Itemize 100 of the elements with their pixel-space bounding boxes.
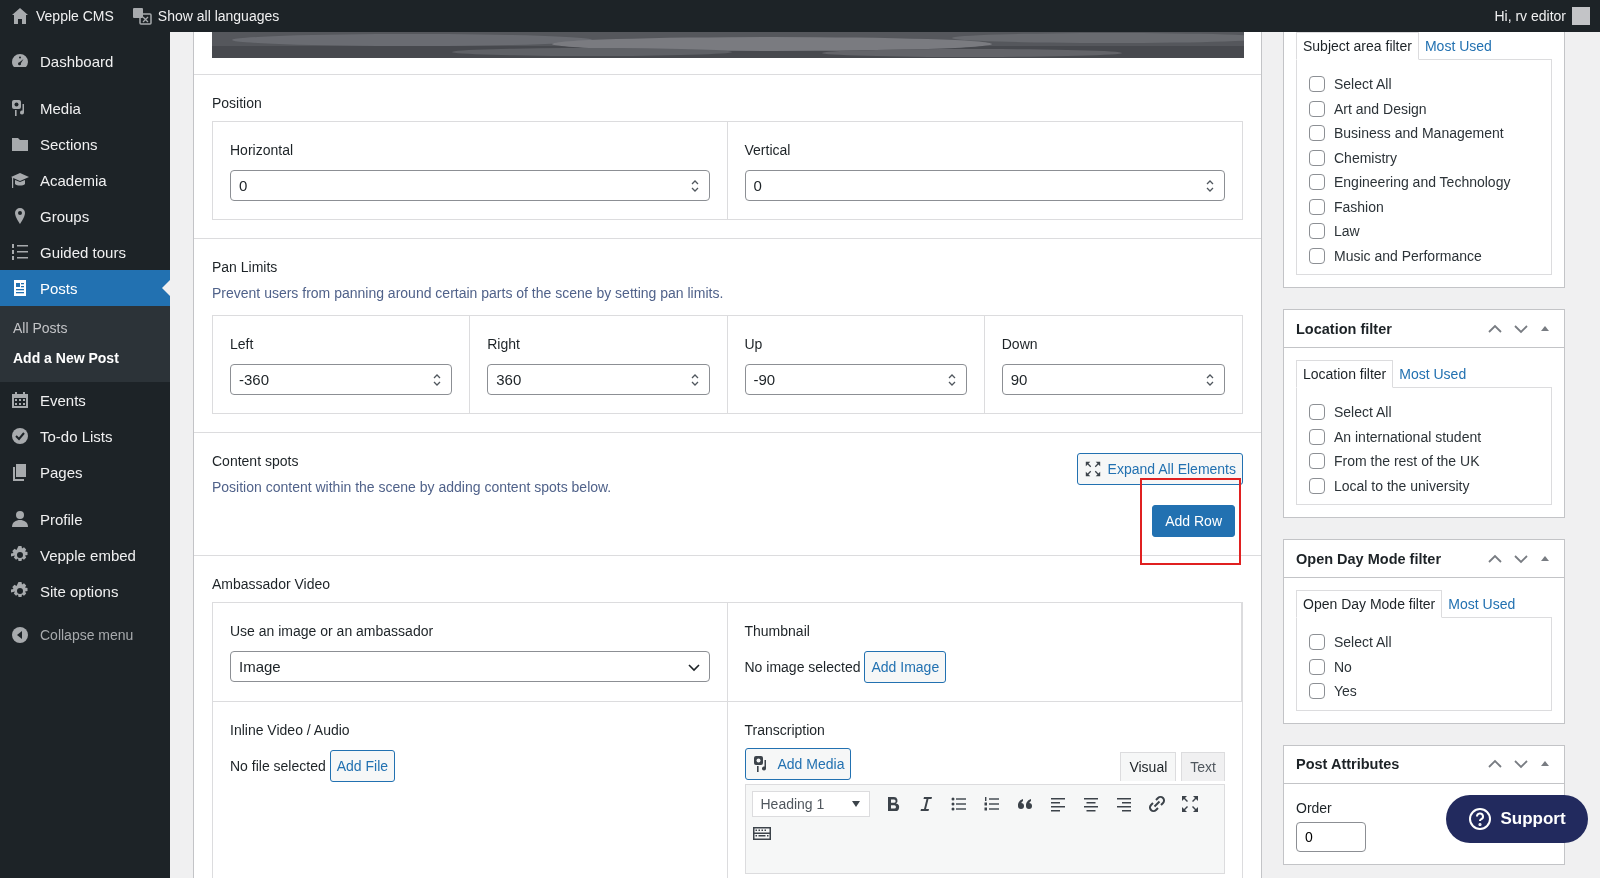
spinner-icon[interactable] [689, 372, 700, 388]
menu-item[interactable]: Pages [0, 454, 170, 490]
menu-item[interactable]: Site options [0, 573, 170, 609]
greeting[interactable]: Hi, rv editor [1494, 8, 1566, 24]
checkbox-label: From the rest of the UK [1334, 453, 1480, 470]
checkbox[interactable] [1309, 477, 1325, 494]
number-field[interactable]: 90 [1001, 364, 1225, 395]
add-media-button[interactable]: Add Media [744, 748, 852, 780]
select-field[interactable]: Image [230, 651, 710, 682]
add-image-button[interactable]: Add Image [864, 651, 947, 683]
order-field[interactable]: 0 [1296, 821, 1366, 852]
checkbox[interactable] [1309, 453, 1325, 470]
number-field[interactable]: 360 [487, 364, 710, 395]
filter-tab[interactable]: Location filter [1296, 360, 1394, 388]
submenu-item[interactable]: All Posts [0, 313, 170, 343]
link-icon [1146, 794, 1167, 814]
spinner-icon[interactable] [946, 372, 957, 388]
submenu-item[interactable]: Add a New Post [0, 343, 170, 373]
checkbox[interactable] [1309, 174, 1325, 191]
checkbox[interactable] [1309, 149, 1325, 166]
menu-item[interactable]: Sections [0, 126, 170, 162]
translate-icon [131, 6, 152, 26]
checkbox[interactable] [1309, 428, 1325, 445]
field-label: Down [1001, 336, 1039, 352]
number-field[interactable]: 0 [230, 170, 710, 201]
checkbox-label: Business and Management [1334, 125, 1504, 142]
field-label: Horizontal [230, 142, 295, 158]
menu-item[interactable]: To-do Lists [0, 418, 170, 454]
checkbox-label: Fashion [1334, 198, 1384, 215]
add-row-button[interactable]: Add Row [1152, 505, 1235, 537]
checkbox[interactable] [1309, 404, 1325, 421]
section-description: Position content within the scene by adding content spots below. [212, 479, 612, 495]
filter-tab[interactable]: Subject area filter [1296, 32, 1419, 60]
checkbox-label: Select All [1334, 634, 1392, 651]
checkbox[interactable] [1309, 658, 1325, 675]
image-status: No image selected [744, 659, 861, 675]
calendar-icon [10, 390, 30, 410]
numbered-list-icon [10, 242, 30, 262]
menu-item[interactable]: Media [0, 90, 170, 126]
support-button[interactable]: Support [1446, 795, 1588, 843]
checkbox-label: Law [1334, 223, 1360, 240]
expand-all-button[interactable]: Expand All Elements [1076, 453, 1243, 485]
spinner-icon[interactable] [1205, 372, 1215, 388]
field-label: Inline Video / Audio [230, 722, 351, 738]
menu-item[interactable]: Posts [0, 270, 170, 306]
collapse-menu-button[interactable]: Collapse menu [0, 620, 170, 650]
checkbox[interactable] [1309, 125, 1325, 142]
checkbox[interactable] [1309, 100, 1325, 117]
section-title: Pan Limits [212, 259, 279, 275]
collapse-icon [10, 625, 30, 645]
person-icon [10, 509, 30, 529]
spinner-icon[interactable] [1205, 178, 1215, 194]
section-title: Ambassador Video [212, 576, 332, 592]
filter-tab[interactable]: Most Used [1418, 33, 1498, 59]
checkbox-label: Select All [1334, 404, 1392, 421]
checkbox-label: Select All [1334, 76, 1392, 93]
menu-item[interactable]: Academia [0, 162, 170, 198]
add-file-button[interactable]: Add File [329, 750, 396, 782]
menu-item[interactable]: Events [0, 382, 170, 418]
checkbox-label: Engineering and Technology [1334, 174, 1511, 191]
menu-item[interactable]: Profile [0, 501, 170, 537]
field-label: Left [230, 336, 255, 352]
number-field[interactable]: -90 [744, 364, 967, 395]
menu-item[interactable]: Groups [0, 198, 170, 234]
number-field[interactable]: 0 [744, 170, 1225, 201]
checkbox-label: Yes [1334, 683, 1357, 700]
fullscreen-icon [1179, 794, 1200, 814]
checkbox[interactable] [1309, 683, 1325, 700]
filter-tab[interactable]: Most Used [1442, 591, 1522, 617]
field-label: Up [744, 336, 764, 352]
checkbox-label: Chemistry [1334, 149, 1397, 166]
menu-item[interactable]: Vepple embed [0, 537, 170, 573]
number-field[interactable]: -360 [230, 364, 453, 395]
menu-item[interactable]: Guided tours [0, 234, 170, 270]
section-description: Prevent users from panning around certain parts of the scene by setting pan limits. [212, 285, 725, 301]
mortarboard-icon [10, 170, 30, 190]
filter-tab[interactable]: Open Day Mode filter [1296, 590, 1443, 618]
field-label: Right [487, 336, 521, 352]
field-label: Order [1296, 799, 1333, 816]
checkbox[interactable] [1309, 223, 1325, 240]
format-select[interactable]: Heading 1 [751, 791, 870, 817]
filter-tab[interactable]: Most Used [1393, 361, 1473, 387]
check-circle-icon [10, 426, 30, 446]
field-label: Transcription [744, 722, 826, 738]
checkbox[interactable] [1309, 634, 1325, 651]
checkbox[interactable] [1309, 76, 1325, 93]
site-name[interactable]: Vepple CMS [36, 8, 114, 24]
menu-item[interactable]: Dashboard [0, 43, 170, 79]
spinner-icon[interactable] [432, 372, 443, 388]
checkbox[interactable] [1309, 198, 1325, 215]
panel-title: Location filter [1296, 320, 1392, 337]
expand-icon [1083, 460, 1102, 478]
home-icon [10, 6, 30, 26]
checkbox[interactable] [1309, 247, 1325, 264]
languages-link[interactable]: Show all languages [157, 8, 280, 24]
checkbox-label: No [1334, 658, 1352, 675]
editor-tab[interactable]: Text [1181, 752, 1225, 781]
editor-tab[interactable]: Visual [1120, 752, 1177, 781]
panel-title: Open Day Mode filter [1296, 550, 1442, 567]
spinner-icon[interactable] [689, 178, 700, 194]
